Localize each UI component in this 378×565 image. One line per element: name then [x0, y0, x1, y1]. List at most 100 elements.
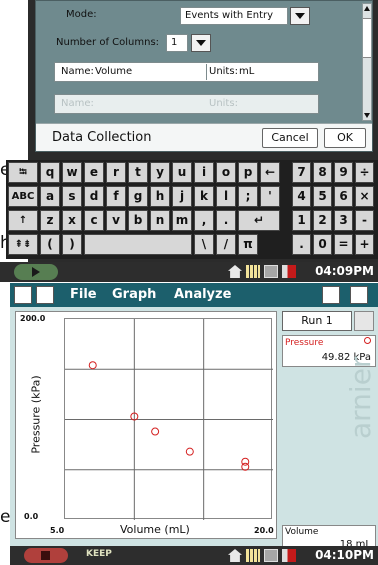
grid-icon[interactable] — [246, 265, 260, 278]
cancel-button[interactable]: Cancel — [262, 128, 318, 148]
save-icon[interactable] — [354, 311, 374, 331]
mode-dropdown-button[interactable] — [290, 7, 310, 25]
key-decimal[interactable]: . — [292, 234, 311, 255]
key-minus[interactable]: - — [355, 210, 374, 231]
watermark: arnier — [344, 356, 377, 439]
key-a[interactable]: a — [40, 186, 60, 207]
key-abc[interactable]: ABC — [8, 186, 38, 207]
meter-panel: Run 1 Pressure 49.82 kPa arnier Volume 1… — [282, 311, 377, 553]
onscreen-keyboard: ⭾ q w e r t y u i o p ← ABC a s d f g h j k l; ' ↑ z x c v b n m,. ↵ ⇞⇟(… — [6, 160, 378, 259]
key-6[interactable]: 6 — [334, 186, 353, 207]
key-0[interactable]: 0 — [313, 234, 332, 255]
ok-button[interactable]: OK — [324, 128, 366, 148]
key-f[interactable]: f — [106, 186, 126, 207]
start-button[interactable] — [14, 264, 58, 280]
view-toggle-icon[interactable] — [322, 286, 340, 304]
key-semicolon[interactable]: ; — [238, 186, 258, 207]
data-point[interactable] — [151, 427, 160, 436]
key-i[interactable]: i — [194, 162, 214, 183]
key-g[interactable]: g — [128, 186, 148, 207]
columns-dropdown-button[interactable] — [191, 34, 211, 52]
key-backspace[interactable]: ← — [260, 162, 280, 183]
plot-area[interactable] — [64, 318, 273, 520]
key-q[interactable]: q — [40, 162, 60, 183]
key-e[interactable]: e — [84, 162, 104, 183]
key-s[interactable]: s — [62, 186, 82, 207]
key-m[interactable]: m — [172, 210, 192, 231]
key-8[interactable]: 8 — [313, 162, 332, 183]
key-v[interactable]: v — [106, 210, 126, 231]
key-z[interactable]: z — [40, 210, 60, 231]
key-l[interactable]: l — [216, 186, 236, 207]
key-r[interactable]: r — [106, 162, 126, 183]
mode-select[interactable]: Events with Entry — [180, 7, 288, 25]
grid-icon[interactable] — [246, 549, 260, 562]
dialog-scrollbar[interactable] — [362, 3, 372, 121]
key-apostrophe[interactable]: ' — [260, 186, 280, 207]
key-close-paren[interactable]: ) — [62, 234, 82, 255]
key-t[interactable]: t — [128, 162, 148, 183]
key-d[interactable]: d — [84, 186, 104, 207]
data-point[interactable] — [185, 447, 194, 456]
key-comma[interactable]: , — [194, 210, 214, 231]
scroll-thumb[interactable] — [363, 18, 371, 58]
graph-view-icon[interactable] — [36, 286, 54, 304]
data-point[interactable] — [88, 361, 97, 370]
key-4[interactable]: 4 — [292, 186, 311, 207]
stop-icon — [41, 551, 50, 560]
scatter-plot — [65, 319, 273, 520]
sensor-icon — [282, 265, 296, 278]
key-u[interactable]: u — [172, 162, 192, 183]
key-plus[interactable]: + — [355, 234, 374, 255]
key-slash[interactable]: / — [216, 234, 236, 255]
key-9[interactable]: 9 — [334, 162, 353, 183]
run-select-button[interactable]: Run 1 — [282, 311, 352, 331]
tools-icon[interactable] — [350, 286, 368, 304]
menu-file[interactable]: File — [70, 287, 97, 302]
key-symbols[interactable]: ⇞⇟ — [8, 234, 38, 255]
graph-panel: 200.0 0.0 Pressure (kPa) 5.0 Volume (mL)… — [15, 311, 277, 539]
scroll-down-icon[interactable] — [364, 113, 370, 118]
system-tray — [228, 265, 296, 278]
key-h[interactable]: h — [150, 186, 170, 207]
key-p[interactable]: p — [238, 162, 258, 183]
key-pi[interactable]: π — [238, 234, 258, 255]
key-period[interactable]: . — [216, 210, 236, 231]
key-equals[interactable]: = — [334, 234, 353, 255]
key-x[interactable]: x — [62, 210, 82, 231]
screenshot-root: Mode: Events with Entry Number of Column… — [0, 0, 378, 565]
key-backslash[interactable]: \ — [194, 234, 214, 255]
columns-select[interactable]: 1 — [166, 34, 188, 52]
key-tab[interactable]: ⭾ — [8, 162, 38, 183]
key-j[interactable]: j — [172, 186, 192, 207]
menu-analyze[interactable]: Analyze — [174, 287, 231, 302]
key-divide[interactable]: ÷ — [355, 162, 374, 183]
key-y[interactable]: y — [150, 162, 170, 183]
meter-view-icon[interactable] — [14, 286, 32, 304]
scroll-up-icon[interactable] — [364, 6, 370, 11]
key-2[interactable]: 2 — [313, 210, 332, 231]
menu-graph[interactable]: Graph — [112, 287, 156, 302]
key-enter[interactable]: ↵ — [238, 210, 280, 231]
key-space[interactable] — [84, 234, 192, 255]
units2-label: Units: — [209, 98, 238, 109]
key-b[interactable]: b — [128, 210, 148, 231]
home-icon[interactable] — [228, 549, 242, 562]
key-w[interactable]: w — [62, 162, 82, 183]
key-n[interactable]: n — [150, 210, 170, 231]
data-point[interactable] — [241, 462, 250, 471]
key-o[interactable]: o — [216, 162, 236, 183]
stop-button[interactable] — [24, 548, 68, 563]
key-1[interactable]: 1 — [292, 210, 311, 231]
keep-button[interactable]: KEEP — [86, 549, 112, 559]
key-k[interactable]: k — [194, 186, 214, 207]
key-5[interactable]: 5 — [313, 186, 332, 207]
key-open-paren[interactable]: ( — [40, 234, 60, 255]
key-shift[interactable]: ↑ — [8, 210, 38, 231]
key-3[interactable]: 3 — [334, 210, 353, 231]
key-c[interactable]: c — [84, 210, 104, 231]
key-multiply[interactable]: × — [355, 186, 374, 207]
name-input[interactable]: Volume — [95, 66, 132, 77]
key-7[interactable]: 7 — [292, 162, 311, 183]
home-icon[interactable] — [228, 265, 242, 278]
